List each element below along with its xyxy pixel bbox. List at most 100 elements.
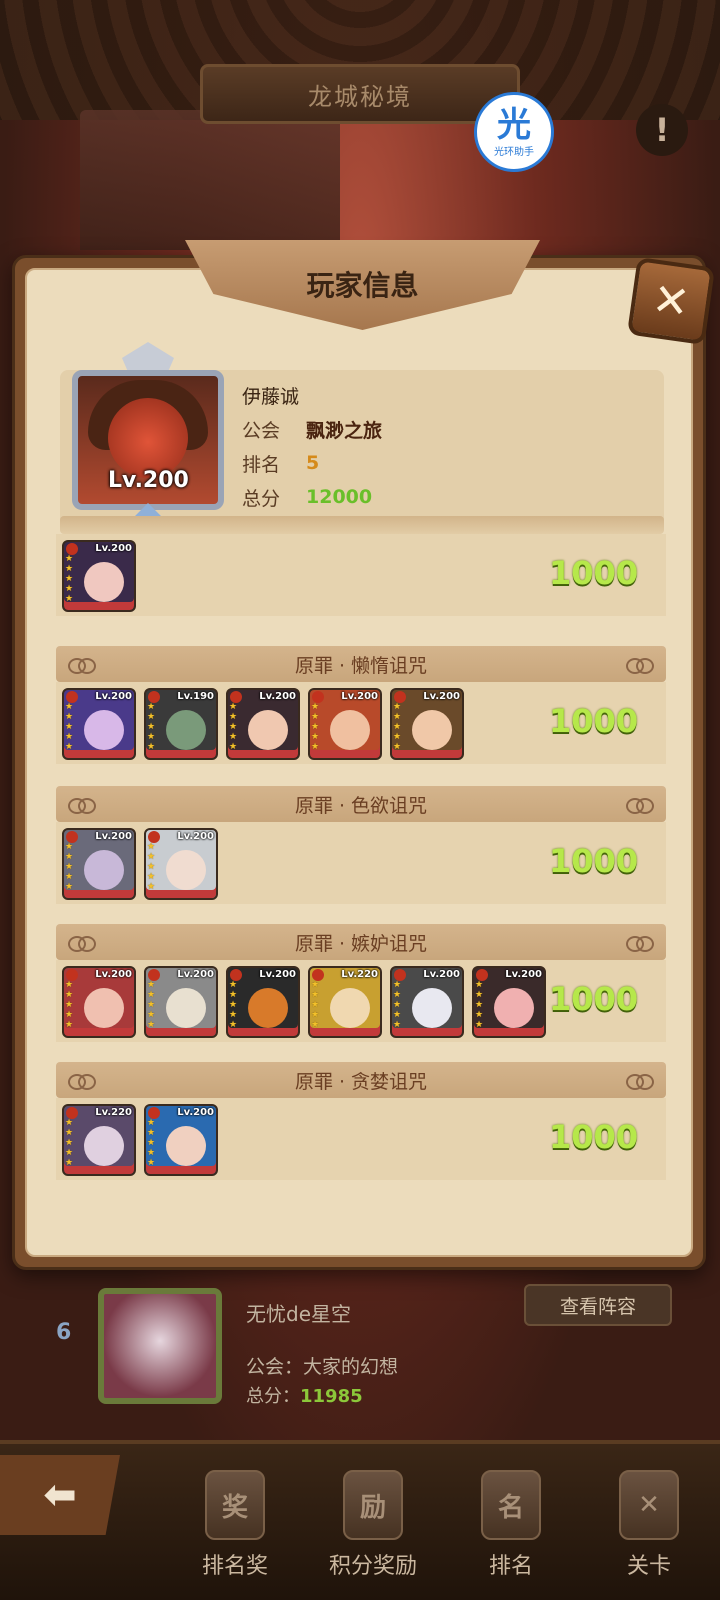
hero-list: ★ ★ ★ ★ ★ Lv.200 — [62, 540, 136, 612]
section-header: 原罪 · 懒惰诅咒 — [56, 646, 666, 682]
section-score: 1000 — [548, 554, 638, 592]
hero-card[interactable]: ★ ★ ★ ★ ★ Lv.200 — [390, 688, 464, 760]
score-label: 总分 — [242, 487, 281, 510]
hero-level: Lv.200 — [423, 691, 460, 702]
hero-card[interactable]: ★ ★ ★ ★ ★ Lv.200 — [390, 966, 464, 1038]
section-body: ★ ★ ★ ★ ★ Lv.200 1000 — [56, 534, 666, 616]
hero-card[interactable]: ★ ★ ★ ★ ★ Lv.190 — [144, 688, 218, 760]
tab-label: 排名 — [488, 1554, 533, 1579]
info-icon[interactable]: ! — [636, 104, 688, 156]
watermark-badge[interactable]: 光 光环助手 — [474, 92, 554, 172]
hero-card[interactable]: ★ ★ ★ ★ ★ Lv.200 — [62, 688, 136, 760]
section-body: ★ ★ ★ ★ ★ Lv.220 ★ ★ ★ ★ ★ Lv.200 1000 — [56, 1098, 666, 1180]
hero-portrait — [248, 988, 288, 1028]
stage-icon: ✕ — [619, 1470, 679, 1540]
hero-level: Lv.200 — [341, 691, 378, 702]
hero-portrait — [84, 562, 124, 602]
hero-list: ★ ★ ★ ★ ★ Lv.200 ★ ★ ★ ★ ★ Lv.200 ★ ★ ★ ★ ★ Lv.200 ★ ★ ★ ★ ★ Lv… — [62, 966, 546, 1038]
star-icon: ★ ★ ★ ★ ★ — [229, 702, 238, 752]
hero-portrait — [166, 988, 206, 1028]
list-score-value: 11985 — [300, 1386, 363, 1407]
view-lineup-button[interactable]: 查看阵容 — [524, 1284, 672, 1326]
star-icon: ★ ★ ★ ★ ★ — [65, 980, 74, 1030]
watermark-text: 光环助手 — [494, 146, 534, 158]
section-title: 原罪 · 贪婪诅咒 — [294, 1070, 428, 1093]
lineup-section: ★ ★ ★ ★ ★ Lv.200 1000 — [56, 534, 666, 616]
hero-portrait — [84, 710, 124, 750]
background-castle — [80, 110, 340, 250]
watermark-icon: 光 — [497, 104, 531, 145]
tab-points-reward[interactable]: 励 积分奖励 — [318, 1470, 428, 1600]
tab-rank-reward[interactable]: 奖 排名奖 — [180, 1470, 290, 1600]
score-value: 12000 — [306, 486, 373, 508]
ornament-icon — [68, 1072, 96, 1090]
ornament-icon — [626, 934, 654, 952]
section-score: 1000 — [548, 842, 638, 880]
hero-card[interactable]: ★ ★ ★ ★ ★ Lv.200 — [62, 966, 136, 1038]
star-icon: ★ ★ ★ ★ ★ — [65, 554, 74, 604]
hero-card[interactable]: ★ ★ ★ ★ ★ Lv.200 — [62, 828, 136, 900]
rank-label: 排名 — [242, 453, 281, 476]
tab-stage[interactable]: ✕ 关卡 — [594, 1470, 704, 1600]
rank-reward-icon: 奖 — [205, 1470, 265, 1540]
hero-level: Lv.200 — [259, 969, 296, 980]
hero-level: Lv.220 — [95, 1107, 132, 1118]
tab-ranking[interactable]: 名 排名 — [456, 1470, 566, 1600]
hero-card[interactable]: ★ ★ ★ ★ ★ Lv.220 — [62, 1104, 136, 1176]
ornament-icon — [68, 934, 96, 952]
star-icon: ★ ★ ★ ★ ★ — [147, 1118, 156, 1168]
star-icon: ★ ★ ★ ★ ★ — [147, 842, 156, 892]
hero-level: Lv.220 — [341, 969, 378, 980]
hero-level: Lv.200 — [259, 691, 296, 702]
hero-card[interactable]: ★ ★ ★ ★ ★ Lv.200 — [144, 966, 218, 1038]
hero-level: Lv.200 — [177, 831, 214, 842]
hero-portrait — [166, 1126, 206, 1166]
hero-card[interactable]: ★ ★ ★ ★ ★ Lv.200 — [144, 1104, 218, 1176]
ranking-icon: 名 — [481, 1470, 541, 1540]
hero-level: Lv.200 — [505, 969, 542, 980]
modal-title: 玩家信息 — [306, 269, 419, 302]
section-header: 原罪 · 色欲诅咒 — [56, 786, 666, 822]
hero-portrait — [84, 988, 124, 1028]
hero-list: ★ ★ ★ ★ ★ Lv.220 ★ ★ ★ ★ ★ Lv.200 — [62, 1104, 218, 1176]
player-avatar[interactable]: Lv.200 — [68, 342, 228, 537]
list-avatar — [98, 1288, 222, 1404]
hero-portrait — [166, 710, 206, 750]
back-button[interactable]: ⬅ — [0, 1455, 120, 1535]
star-icon: ★ ★ ★ ★ ★ — [393, 980, 402, 1030]
star-icon: ★ ★ ★ ★ ★ — [311, 980, 320, 1030]
section-header: 原罪 · 贪婪诅咒 — [56, 1062, 666, 1098]
section-body: ★ ★ ★ ★ ★ Lv.200 ★ ★ ★ ★ ★ Lv.200 ★ ★ ★ ★ ★ Lv.200 ★ ★ ★ ★ ★ Lv… — [56, 960, 666, 1042]
lineup-section: 原罪 · 嫉妒诅咒 ★ ★ ★ ★ ★ Lv.200 ★ ★ ★ ★ ★ Lv.200 ★ ★ ★ ★ ★ Lv.2… — [56, 924, 666, 1042]
close-icon: ✕ — [649, 273, 693, 329]
ornament-icon — [68, 656, 96, 674]
tab-label: 关卡 — [626, 1554, 671, 1579]
hero-card[interactable]: ★ ★ ★ ★ ★ Lv.200 — [308, 688, 382, 760]
hero-level: Lv.200 — [177, 969, 214, 980]
close-button[interactable]: ✕ — [626, 256, 716, 346]
ranking-list-item[interactable]: 6 无忧de星空 公会：大家的幻想 总分：11985 查看阵容 — [30, 1270, 700, 1410]
star-icon: ★ ★ ★ ★ ★ — [311, 702, 320, 752]
hero-list: ★ ★ ★ ★ ★ Lv.200 ★ ★ ★ ★ ★ Lv.200 — [62, 828, 218, 900]
hero-portrait — [412, 988, 452, 1028]
star-icon: ★ ★ ★ ★ ★ — [65, 702, 74, 752]
list-rank: 6 — [56, 1320, 72, 1345]
ornament-icon — [626, 796, 654, 814]
hero-list: ★ ★ ★ ★ ★ Lv.200 ★ ★ ★ ★ ★ Lv.190 ★ ★ ★ ★ ★ Lv.200 ★ ★ ★ ★ ★ Lv… — [62, 688, 464, 760]
section-body: ★ ★ ★ ★ ★ Lv.200 ★ ★ ★ ★ ★ Lv.190 ★ ★ ★ ★ ★ Lv.200 ★ ★ ★ ★ ★ Lv… — [56, 682, 666, 764]
hero-card[interactable]: ★ ★ ★ ★ ★ Lv.220 — [308, 966, 382, 1038]
star-icon: ★ ★ ★ ★ ★ — [393, 702, 402, 752]
hero-level: Lv.200 — [95, 831, 132, 842]
hero-level: Lv.200 — [95, 969, 132, 980]
hero-portrait — [494, 988, 534, 1028]
hero-card[interactable]: ★ ★ ★ ★ ★ Lv.200 — [226, 966, 300, 1038]
hero-card[interactable]: ★ ★ ★ ★ ★ Lv.200 — [62, 540, 136, 612]
scene-title: 龙城秘境 — [200, 64, 520, 124]
hero-portrait — [84, 1126, 124, 1166]
hero-portrait — [330, 988, 370, 1028]
hero-card[interactable]: ★ ★ ★ ★ ★ Lv.200 — [226, 688, 300, 760]
points-reward-icon: 励 — [343, 1470, 403, 1540]
ornament-icon — [626, 1072, 654, 1090]
hero-card[interactable]: ★ ★ ★ ★ ★ Lv.200 — [472, 966, 546, 1038]
hero-card[interactable]: ★ ★ ★ ★ ★ Lv.200 — [144, 828, 218, 900]
